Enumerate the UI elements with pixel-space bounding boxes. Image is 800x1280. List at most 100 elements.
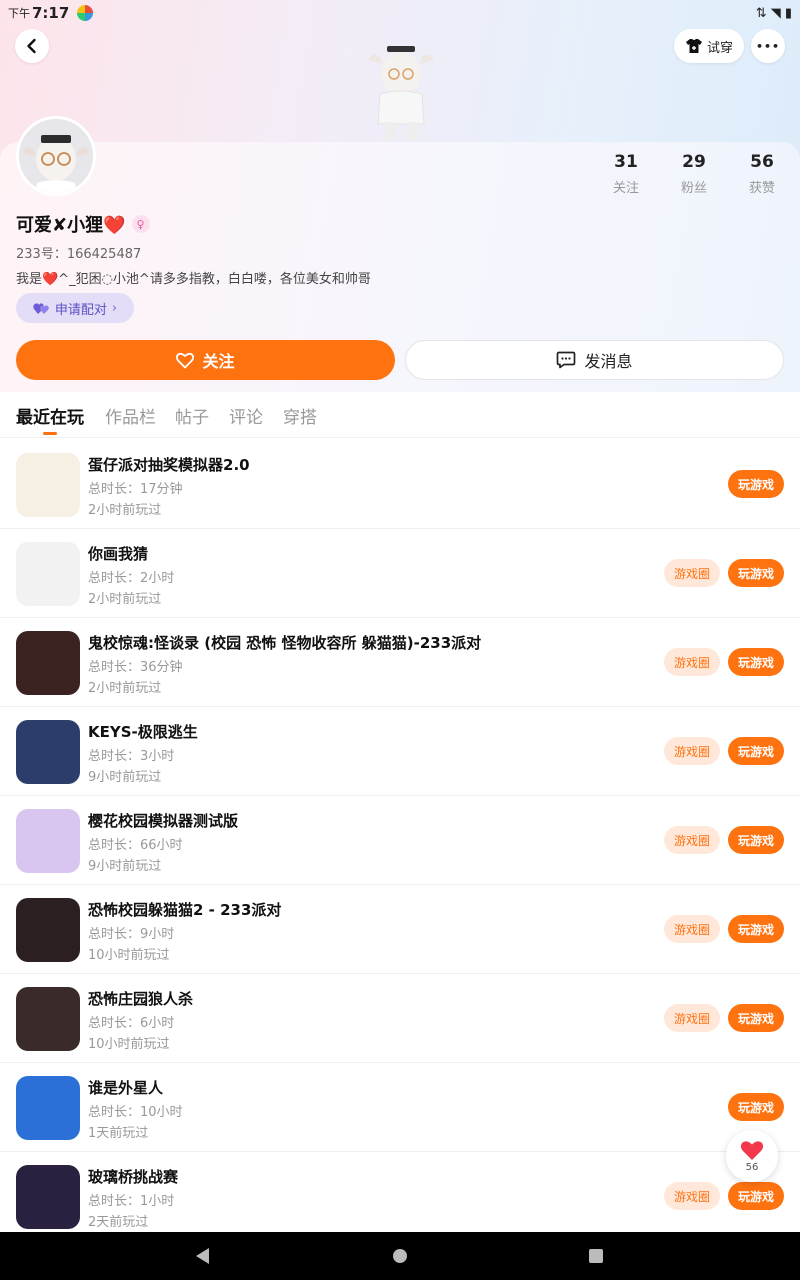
game-title: 谁是外星人 [88,1079,164,1097]
nav-recents-icon[interactable] [589,1249,603,1263]
game-icon[interactable] [16,1165,80,1229]
back-button[interactable] [15,29,49,63]
game-duration: 总时长：2小时 [88,571,175,586]
stat-following[interactable]: 31 关注 [596,152,656,196]
game-icon[interactable] [16,898,80,962]
game-row[interactable]: 蛋仔派对抽奖模拟器2.0 总时长：17分钟 2小时前玩过 玩游戏 [0,440,800,529]
avatar-image [19,119,93,193]
chevron-left-icon [27,38,36,54]
user-bio: 我是❤️^_犯困◌小池^请多多指教，白白喽，各位美女和帅哥 [16,272,371,287]
game-circle-button[interactable]: 游戏圈 [664,559,720,587]
follow-label: 关注 [202,352,235,371]
tab-recent-played[interactable]: 最近在玩 [16,403,84,428]
nav-home-icon[interactable] [393,1249,407,1263]
more-options-button[interactable]: ••• [751,29,785,63]
game-last-played: 2小时前玩过 [88,503,162,518]
game-title: KEYS-极限逃生 [88,723,198,741]
game-row[interactable]: 恐怖校园躲猫猫2 - 233派对 总时长：9小时 10小时前玩过 游戏圈 玩游戏 [0,885,800,974]
game-circle-button[interactable]: 游戏圈 [664,826,720,854]
send-message-button[interactable]: 发消息 [405,340,784,380]
game-last-played: 2天前玩过 [88,1215,149,1230]
user-nickname: 可爱✘小狸❤️ ♀ [16,211,150,237]
game-icon[interactable] [16,631,80,695]
request-pairing-button[interactable]: 申请配对 › [16,293,134,323]
chat-bubble-icon [557,351,576,369]
game-circle-button[interactable]: 游戏圈 [664,1004,720,1032]
game-icon[interactable] [16,809,80,873]
game-row[interactable]: 鬼校惊魂:怪谈录 (校园 恐怖 怪物收容所 躲猫猫)-233派对 总时长：36分钟… [0,618,800,707]
game-title: 樱花校园模拟器测试版 [88,812,239,830]
tab-works[interactable]: 作品栏 [105,403,156,428]
game-icon[interactable] [16,720,80,784]
stat-likes-label: 获赞 [748,181,775,196]
tab-comments[interactable]: 评论 [229,403,263,428]
avatar-figure-image [368,46,434,140]
play-game-button[interactable]: 玩游戏 [728,737,784,765]
user-avatar[interactable] [16,116,96,196]
more-icon: ••• [755,39,781,53]
game-row[interactable]: KEYS-极限逃生 总时长：3小时 9小时前玩过 游戏圈 玩游戏 [0,707,800,796]
play-game-button[interactable]: 玩游戏 [728,915,784,943]
play-game-button[interactable]: 玩游戏 [728,648,784,676]
play-game-button[interactable]: 玩游戏 [728,559,784,587]
game-icon[interactable] [16,987,80,1051]
game-circle-button[interactable]: 游戏圈 [664,648,720,676]
game-duration: 总时长：17分钟 [88,482,183,497]
tab-posts[interactable]: 帖子 [175,403,209,428]
floating-like-button[interactable]: 56 [726,1130,778,1182]
game-duration: 总时长：3小时 [88,749,175,764]
game-title: 恐怖庄园狼人杀 [88,990,194,1008]
game-last-played: 2小时前玩过 [88,592,162,607]
game-row[interactable]: 恐怖庄园狼人杀 总时长：6小时 10小时前玩过 游戏圈 玩游戏 [0,974,800,1063]
active-tab-indicator [43,432,57,435]
stat-followers-count: 29 [682,152,706,172]
tab-outfits[interactable]: 穿搭 [283,403,317,428]
game-circle-button[interactable]: 游戏圈 [664,915,720,943]
play-game-button[interactable]: 玩游戏 [728,1004,784,1032]
try-on-button[interactable]: 试穿 [674,29,744,63]
game-title: 你画我猜 [88,545,149,563]
game-icon[interactable] [16,1076,80,1140]
game-last-played: 9小时前玩过 [88,770,162,785]
game-last-played: 2小时前玩过 [88,681,162,696]
like-count: 56 [745,1161,759,1173]
double-heart-icon [33,303,49,314]
game-row[interactable]: 玻璃桥挑战赛 总时长：1小时 2天前玩过 游戏圈 玩游戏 [0,1152,800,1241]
game-circle-button[interactable]: 游戏圈 [664,737,720,765]
game-row[interactable]: 谁是外星人 总时长：10小时 1天前玩过 玩游戏 [0,1063,800,1152]
game-last-played: 10小时前玩过 [88,1037,170,1052]
game-icon[interactable] [16,542,80,606]
status-icons: ⇅ ◥ ▮ [756,6,792,21]
status-icons-text: ⇅ ◥ ▮ [755,5,792,21]
game-duration: 总时长：6小时 [88,1016,175,1031]
play-game-button[interactable]: 玩游戏 [728,1093,784,1121]
stat-likes[interactable]: 56 获赞 [732,152,792,196]
game-duration: 总时长：10小时 [88,1105,183,1120]
tshirt-icon [685,39,702,53]
heart-icon [740,1140,764,1160]
game-circle-button[interactable]: 游戏圈 [664,1182,720,1210]
stat-following-label: 关注 [612,181,639,196]
play-game-button[interactable]: 玩游戏 [728,470,784,498]
stat-followers[interactable]: 29 粉丝 [664,152,724,196]
game-row[interactable]: 你画我猜总时长：2小时 2小时前玩过 游戏圈 玩游戏 [0,529,800,618]
message-label: 发消息 [584,352,633,371]
play-game-button[interactable]: 玩游戏 [728,826,784,854]
game-row[interactable]: 樱花校园模拟器测试版 总时长：66小时 9小时前玩过 游戏圈 玩游戏 [0,796,800,885]
game-last-played: 10小时前玩过 [88,948,170,963]
play-game-button[interactable]: 玩游戏 [728,1182,784,1210]
status-bar: 下午 7:17 ⇅ ◥ ▮ [0,0,800,26]
game-title: 玻璃桥挑战赛 [88,1168,179,1186]
game-last-played: 9小时前玩过 [88,859,162,874]
game-duration: 总时长：9小时 [88,927,175,942]
stat-followers-label: 粉丝 [680,181,707,196]
app-notification-icon [77,5,94,21]
nav-back-icon[interactable] [196,1248,209,1264]
follow-button[interactable]: 关注 [16,340,395,380]
nickname-text: 可爱✘小狸❤️ [16,215,126,236]
try-on-label: 试穿 [706,40,733,56]
profile-tabs: 最近在玩 作品栏 帖子 评论 穿搭 [0,392,800,438]
game-icon[interactable] [16,453,80,517]
pair-label: 申请配对 [54,302,107,318]
stat-likes-count: 56 [750,152,774,172]
